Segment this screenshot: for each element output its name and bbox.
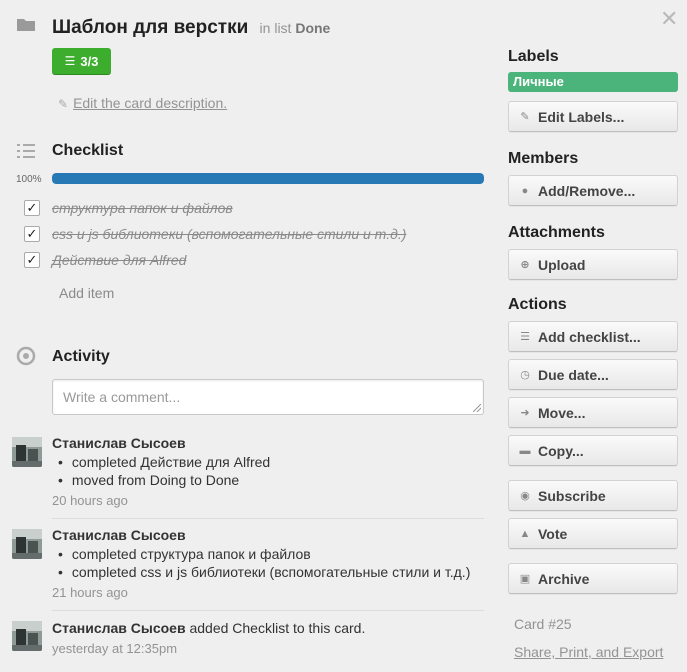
activity-icon [16,346,36,366]
activity-time[interactable]: 21 hours ago [52,585,128,600]
button-label: Upload [538,256,586,273]
activity-item: completed css и js библиотеки (вспомогат… [56,563,470,581]
checklist-percent: 100% [16,174,42,185]
checklist-item[interactable]: ✓ css и js библиотеки (вспомогательные с… [24,224,406,244]
checklist-item-text[interactable]: css и js библиотеки (вспомогательные сти… [52,226,406,242]
labels-title: Labels [508,48,559,65]
pencil-icon: ✎ [58,97,69,111]
subscribe-button[interactable]: ◉ Subscribe [508,480,678,511]
checklist-progress-bar [52,173,484,184]
due-date-button[interactable]: ◷ Due date... [508,359,678,390]
add-checklist-button[interactable]: ☰ Add checklist... [508,321,678,352]
thumbs-up-icon: ▲ [519,527,531,540]
close-icon[interactable]: ✕ [660,6,678,32]
tag-icon: ✎ [520,110,530,123]
checkbox-checked[interactable]: ✓ [24,252,40,268]
upload-icon: ⊕ [520,258,530,271]
edit-description-text: Edit the card description. [73,95,228,111]
vote-button[interactable]: ▲ Vote [508,518,678,549]
checklist-item-text[interactable]: Действие для Alfred [52,252,186,268]
comment-placeholder: Write a comment... [63,389,181,405]
copy-button[interactable]: ▬ Copy... [508,435,678,466]
progress-fill [52,173,484,184]
activity-time[interactable]: yesterday at 12:35pm [52,641,177,656]
card-number: Card #25 [514,616,572,632]
add-remove-members-button[interactable]: ● Add/Remove... [508,175,678,206]
upload-button[interactable]: ⊕ Upload [508,249,678,280]
checklist-icon: ☰ [520,330,530,343]
actions-title: Actions [508,296,567,313]
copy-icon: ▬ [519,444,531,457]
button-label: Add/Remove... [538,182,636,199]
button-label: Due date... [538,366,609,383]
divider [52,610,484,611]
activity-title: Activity [52,348,110,365]
activity-item: completed структура папок и файлов [56,545,470,563]
person-icon: ● [521,184,529,197]
members-title: Members [508,150,579,167]
clock-icon: ◷ [520,368,530,381]
add-item-link[interactable]: Add item [59,285,114,301]
activity-item: completed Действие для Alfred [56,453,270,471]
edit-labels-button[interactable]: ✎ Edit Labels... [508,101,678,132]
activity-text: added Checklist to this card. [189,620,366,636]
checklist-section-icon [16,142,36,162]
avatar[interactable] [12,529,42,559]
arrow-right-icon: ➜ [520,406,530,419]
checklist-icon: ☰ [64,54,76,68]
button-label: Add checklist... [538,328,641,345]
activity-author[interactable]: Станислав Сысоев [52,435,186,451]
checklist-item[interactable]: ✓ Действие для Alfred [24,250,186,270]
checklist-item-text[interactable]: структура папок и файлов [52,200,233,216]
activity-author[interactable]: Станислав Сысоев [52,527,186,543]
activity-time[interactable]: 20 hours ago [52,493,128,508]
activity-list: completed Действие для Alfred moved from… [56,453,270,489]
checkbox-checked[interactable]: ✓ [24,226,40,242]
label-chip[interactable]: Личные [508,72,678,92]
card-title-text: Шаблон для верстки [52,17,249,38]
card-list-info: in list Done [260,20,331,36]
button-label: Move... [538,404,586,421]
avatar[interactable] [12,621,42,651]
checklist-item[interactable]: ✓ структура папок и файлов [24,198,233,218]
checklist-title[interactable]: Checklist [52,142,123,160]
edit-description-link[interactable]: ✎ Edit the card description. [58,95,227,111]
card-icon [16,18,36,32]
divider [52,518,484,519]
avatar[interactable] [12,437,42,467]
checklist-badge: ☰ 3/3 [52,48,111,75]
activity-author[interactable]: Станислав Сысоев [52,620,186,636]
button-label: Archive [538,570,590,587]
resize-handle[interactable] [473,404,481,412]
activity-item: moved from Doing to Done [56,471,270,489]
checkbox-checked[interactable]: ✓ [24,200,40,216]
move-button[interactable]: ➜ Move... [508,397,678,428]
card-title[interactable]: Шаблон для верстки in list Done [52,17,330,39]
comment-input[interactable]: Write a comment... [52,379,484,415]
button-label: Subscribe [538,487,606,504]
button-label: Vote [538,525,568,542]
share-print-export-link[interactable]: Share, Print, and Export [514,644,663,660]
attachments-title: Attachments [508,224,605,241]
eye-icon: ◉ [520,489,530,502]
activity-list: completed структура папок и файлов compl… [56,545,470,581]
archive-icon: ▣ [519,572,531,585]
button-label: Copy... [538,442,584,459]
badge-count: 3/3 [80,53,99,69]
archive-button[interactable]: ▣ Archive [508,563,678,594]
activity-entry: Станислав Сысоев added Checklist to this… [52,620,365,636]
button-label: Edit Labels... [538,108,625,125]
list-name[interactable]: Done [295,20,330,36]
list-prefix: in list [259,20,292,36]
